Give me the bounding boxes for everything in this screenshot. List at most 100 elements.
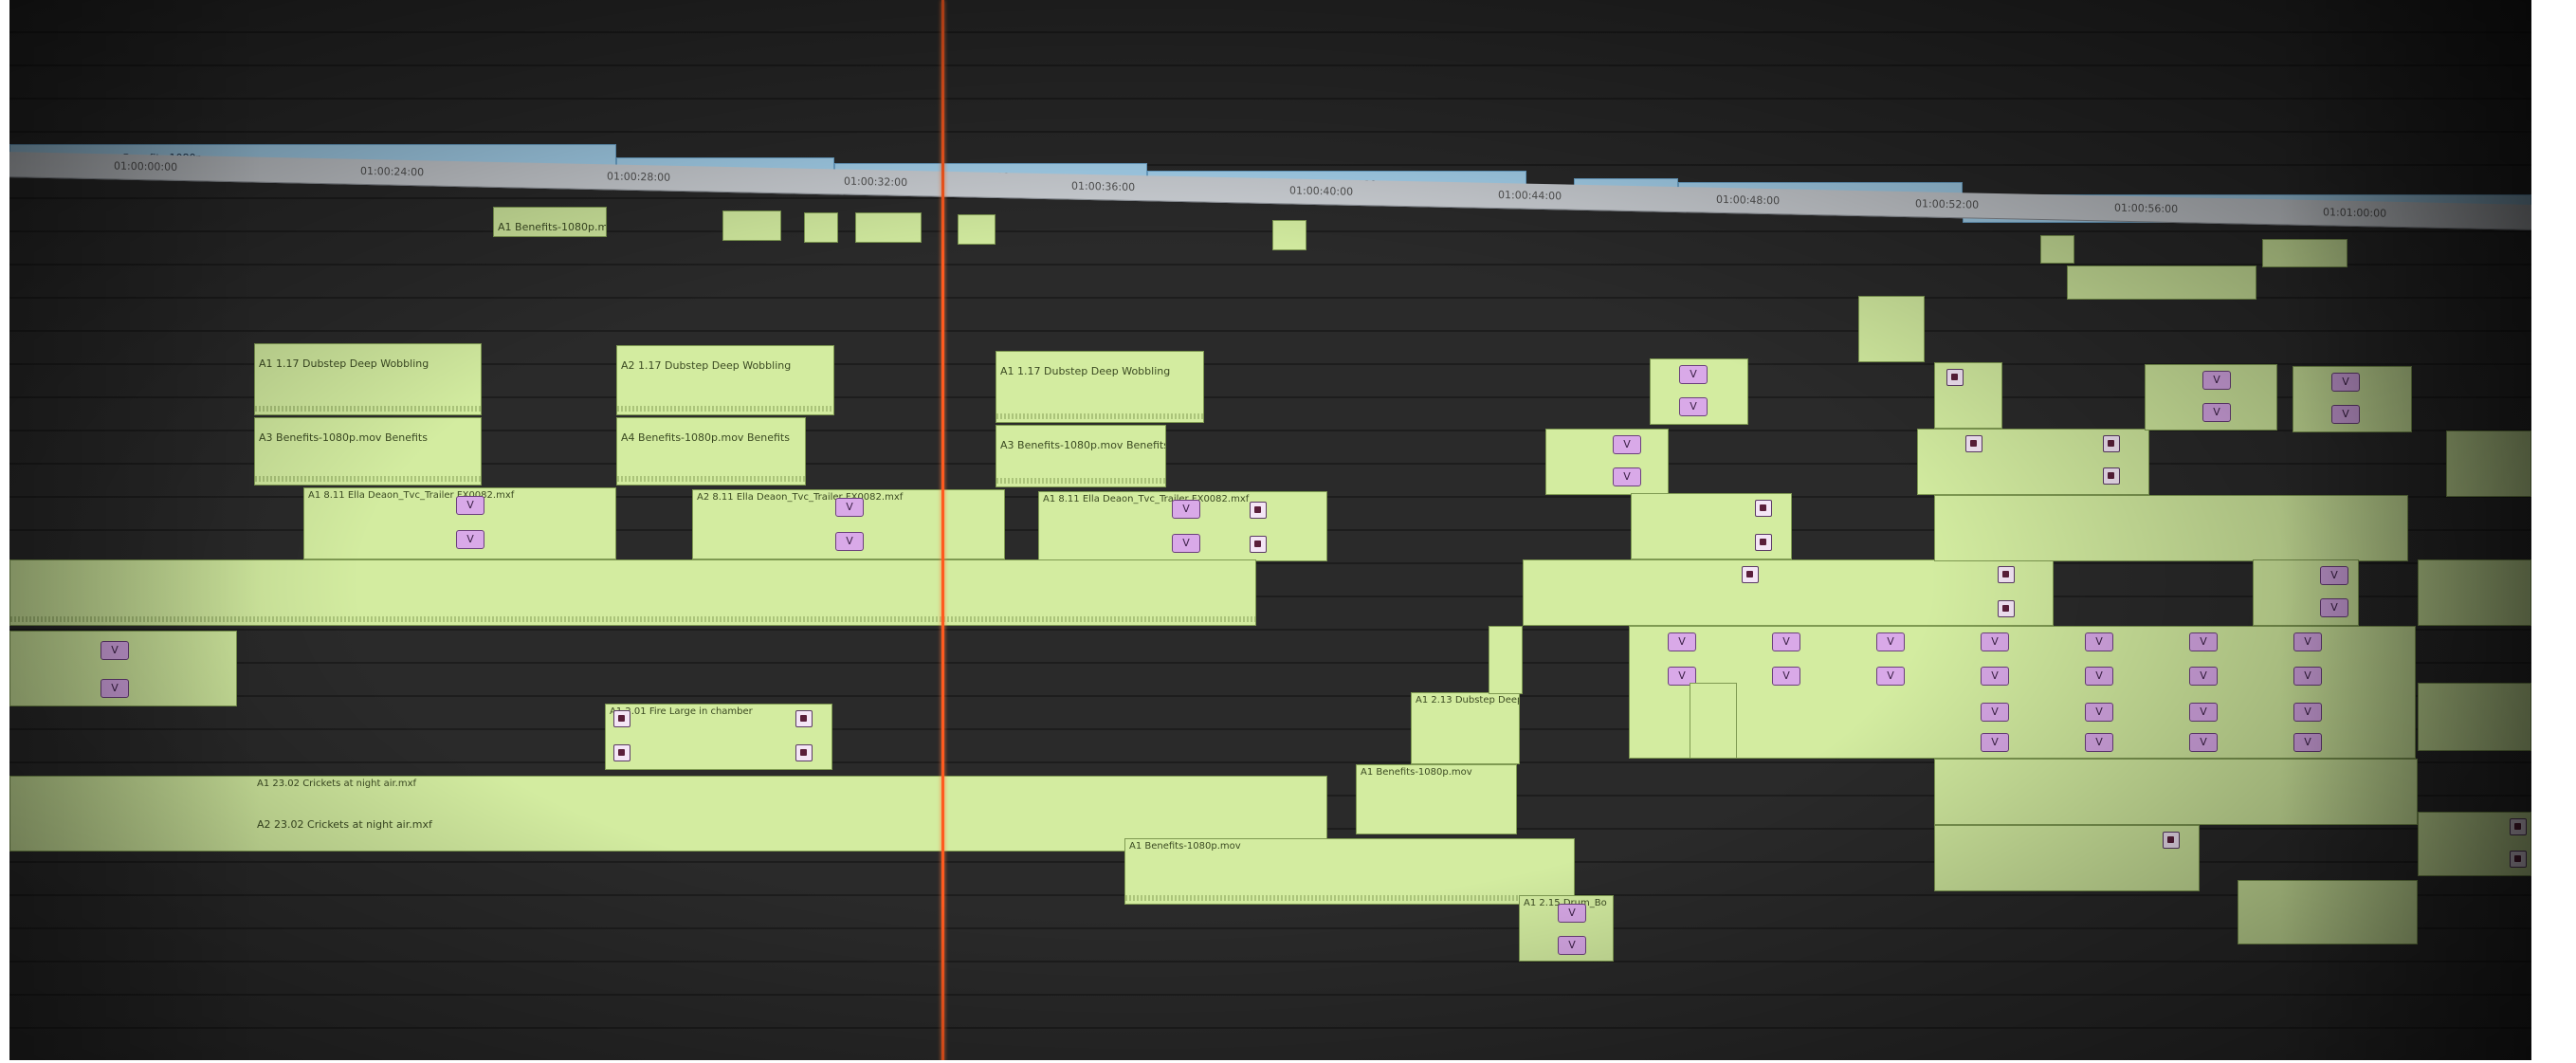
- audio-clip[interactable]: [1917, 429, 2149, 495]
- effect-badge[interactable]: V: [2320, 566, 2348, 585]
- effect-badge[interactable]: V: [1876, 632, 1905, 651]
- effect-badge[interactable]: V: [1679, 397, 1708, 416]
- effect-badge[interactable]: V: [1981, 667, 2009, 686]
- audio-clip[interactable]: V V: [1650, 358, 1748, 425]
- audio-clip[interactable]: [9, 559, 1256, 626]
- effect-badge[interactable]: V: [2331, 373, 2360, 392]
- effect-badge[interactable]: V: [2189, 632, 2218, 651]
- ruler-tick-label: 01:00:32:00: [844, 174, 908, 189]
- effect-badge[interactable]: V: [456, 530, 484, 549]
- audio-clip[interactable]: A1 2.15 Drum_Bo V V: [1519, 895, 1614, 962]
- effect-badge[interactable]: V: [1772, 632, 1800, 651]
- audio-clip[interactable]: A4 Benefits-1080p.mov Benefits: [616, 417, 806, 486]
- audio-clip[interactable]: A1 1.17 Dubstep Deep Wobbling: [254, 343, 482, 415]
- effect-badge[interactable]: V: [2331, 405, 2360, 424]
- audio-clip[interactable]: A1 Benefits-1080p.mov: [1356, 764, 1517, 834]
- effect-badge[interactable]: V: [2085, 703, 2113, 722]
- effect-badge[interactable]: V: [1613, 467, 1641, 486]
- audio-clip[interactable]: A1 8.11 Ella Deaon_Tvc_Trailer FX0082.mx…: [303, 487, 616, 559]
- effect-badge[interactable]: V: [1668, 632, 1696, 651]
- marker-icon: [1755, 534, 1772, 551]
- audio-clip[interactable]: [1272, 220, 1306, 250]
- effect-badge[interactable]: V: [2085, 733, 2113, 752]
- audio-clip[interactable]: [2446, 431, 2531, 497]
- audio-clip[interactable]: A1 2.01 Fire Large in chamber: [605, 704, 832, 770]
- audio-clip[interactable]: A1 Benefits-1080p.mov: [1124, 838, 1575, 905]
- audio-clip[interactable]: A1 2.13 Dubstep Deep: [1411, 692, 1520, 764]
- effect-badge[interactable]: V: [100, 679, 129, 698]
- effect-badge[interactable]: V: [835, 532, 864, 551]
- audio-clip[interactable]: [2040, 235, 2074, 264]
- marker-icon: [1965, 435, 1982, 452]
- audio-clip[interactable]: [1934, 362, 2002, 429]
- audio-clip[interactable]: [2418, 812, 2531, 876]
- audio-clip[interactable]: [2238, 880, 2418, 944]
- effect-badge[interactable]: V: [2202, 371, 2231, 390]
- audio-clip[interactable]: [1690, 683, 1737, 759]
- audio-clip[interactable]: V V: [2145, 364, 2277, 431]
- effect-badge[interactable]: V: [2320, 598, 2348, 617]
- audio-clip[interactable]: [722, 211, 781, 241]
- effect-badge[interactable]: V: [835, 498, 864, 517]
- audio-clip[interactable]: [804, 212, 838, 243]
- effect-badge[interactable]: V: [2293, 703, 2322, 722]
- effect-badge[interactable]: V: [1876, 667, 1905, 686]
- waveform: [10, 616, 1255, 622]
- waveform: [1125, 895, 1574, 901]
- marker-icon: [1742, 566, 1759, 583]
- effect-badge[interactable]: V: [1172, 500, 1200, 519]
- effect-badge[interactable]: V: [2085, 667, 2113, 686]
- audio-clip[interactable]: [855, 212, 922, 243]
- audio-clip[interactable]: V V: [2293, 366, 2412, 432]
- audio-clip[interactable]: [2418, 559, 2531, 626]
- audio-clip[interactable]: [1934, 825, 2200, 891]
- audio-clip[interactable]: [1523, 559, 2054, 626]
- effect-badge[interactable]: V: [1981, 703, 2009, 722]
- audio-clip[interactable]: [1934, 759, 2418, 825]
- audio-clip[interactable]: [1858, 296, 1925, 362]
- effect-badge[interactable]: V: [2293, 667, 2322, 686]
- audio-clip[interactable]: [1934, 495, 2408, 561]
- audio-clip[interactable]: A2 1.17 Dubstep Deep Wobbling: [616, 345, 834, 415]
- effect-badge[interactable]: V: [1772, 667, 1800, 686]
- marker-icon: [795, 744, 813, 761]
- effect-badge[interactable]: V: [2293, 632, 2322, 651]
- effect-badge[interactable]: V: [2189, 667, 2218, 686]
- audio-clip[interactable]: V V V V V V V V V V V V V V V V V V V V …: [1629, 626, 2416, 759]
- effect-badge[interactable]: V: [1679, 365, 1708, 384]
- audio-clip[interactable]: A1 8.11 Ella Deaon_Tvc_Trailer FX0082.mx…: [1038, 491, 1327, 561]
- audio-clip[interactable]: A2 8.11 Ella Deaon_Tvc_Trailer FX0082.mx…: [692, 489, 1005, 559]
- audio-clip[interactable]: [2262, 239, 2348, 267]
- effect-badge[interactable]: V: [2202, 403, 2231, 422]
- effect-badge[interactable]: V: [1558, 904, 1586, 923]
- audio-clip[interactable]: V V: [9, 631, 237, 706]
- effect-badge[interactable]: V: [1981, 733, 2009, 752]
- clip-title: A2 23.02 Crickets at night air.mxf: [257, 818, 432, 831]
- audio-clip[interactable]: [1631, 493, 1792, 559]
- effect-badge[interactable]: V: [1613, 435, 1641, 454]
- track-tag: A1 23.02 Crickets at night air.mxf: [257, 779, 417, 789]
- timecode-ruler[interactable]: 01:00:00:00 01:00:24:00 01:00:28:00 01:0…: [9, 152, 2531, 230]
- audio-clip[interactable]: A1 1.17 Dubstep Deep Wobbling: [996, 351, 1204, 423]
- effect-badge[interactable]: V: [1172, 534, 1200, 553]
- effect-badge[interactable]: V: [2189, 703, 2218, 722]
- effect-badge[interactable]: V: [2189, 733, 2218, 752]
- audio-clip[interactable]: [2418, 683, 2531, 751]
- effect-badge[interactable]: V: [2085, 632, 2113, 651]
- audio-clip[interactable]: A3 Benefits-1080p.mov Benefits: [996, 425, 1166, 487]
- audio-clip[interactable]: V V: [2253, 559, 2359, 626]
- playhead[interactable]: [941, 0, 944, 1060]
- audio-clip[interactable]: [958, 214, 996, 245]
- effect-badge[interactable]: V: [100, 641, 129, 660]
- audio-clip[interactable]: V V: [1545, 429, 1669, 495]
- effect-badge[interactable]: V: [456, 496, 484, 515]
- effect-badge[interactable]: V: [1981, 632, 2009, 651]
- audio-clip[interactable]: A1 Benefits-1080p.mov: [493, 207, 607, 237]
- audio-clip[interactable]: A3 Benefits-1080p.mov Benefits: [254, 417, 482, 486]
- audio-clip[interactable]: [1489, 626, 1523, 694]
- marker-icon: [1998, 600, 2015, 617]
- audio-clip[interactable]: [2067, 266, 2256, 300]
- effect-badge[interactable]: V: [1558, 936, 1586, 955]
- effect-badge[interactable]: V: [2293, 733, 2322, 752]
- timeline-panel[interactable]: Benefits 1080p.mov Benefits-1080p V1 Ben…: [9, 0, 2531, 1060]
